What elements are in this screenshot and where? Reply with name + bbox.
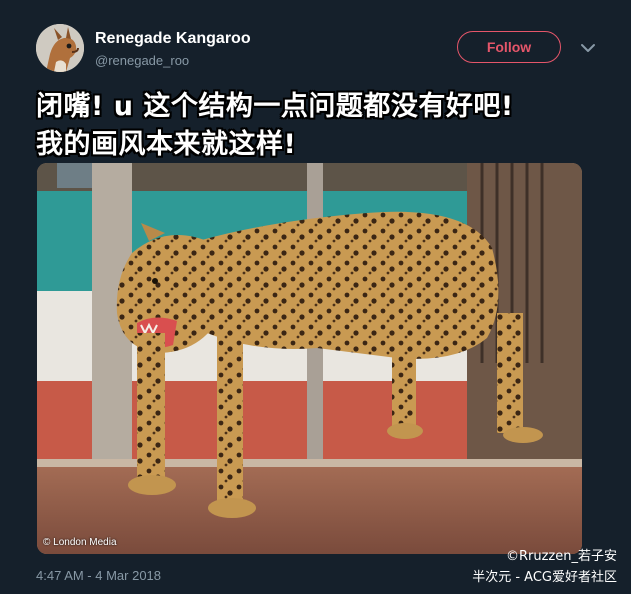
display-name[interactable]: Renegade Kangaroo xyxy=(95,30,251,48)
kangaroo-avatar-icon xyxy=(36,24,84,72)
tweet-header: Renegade Kangaroo @renegade_roo Follow xyxy=(0,0,631,80)
photo-credit: © London Media xyxy=(43,537,117,548)
follow-button[interactable]: Follow xyxy=(457,31,561,63)
watermark-site: 半次元 - ACG爱好者社区 xyxy=(472,570,617,585)
leopard-photo-icon xyxy=(37,163,582,554)
tweet-text-line-1: 闭嘴! u 这个结构一点问题都没有好吧! xyxy=(36,91,514,122)
chevron-down-icon[interactable] xyxy=(578,40,598,56)
user-handle[interactable]: @renegade_roo xyxy=(95,53,189,68)
avatar[interactable] xyxy=(36,24,84,72)
tweet-text-line-2: 我的画风本来就这样! xyxy=(36,129,297,160)
watermark-author: ©Rruzzen_若子安 xyxy=(505,549,617,564)
tweet-photo[interactable]: © London Media xyxy=(37,163,582,554)
tweet-timestamp[interactable]: 4:47 AM - 4 Mar 2018 xyxy=(36,568,161,583)
